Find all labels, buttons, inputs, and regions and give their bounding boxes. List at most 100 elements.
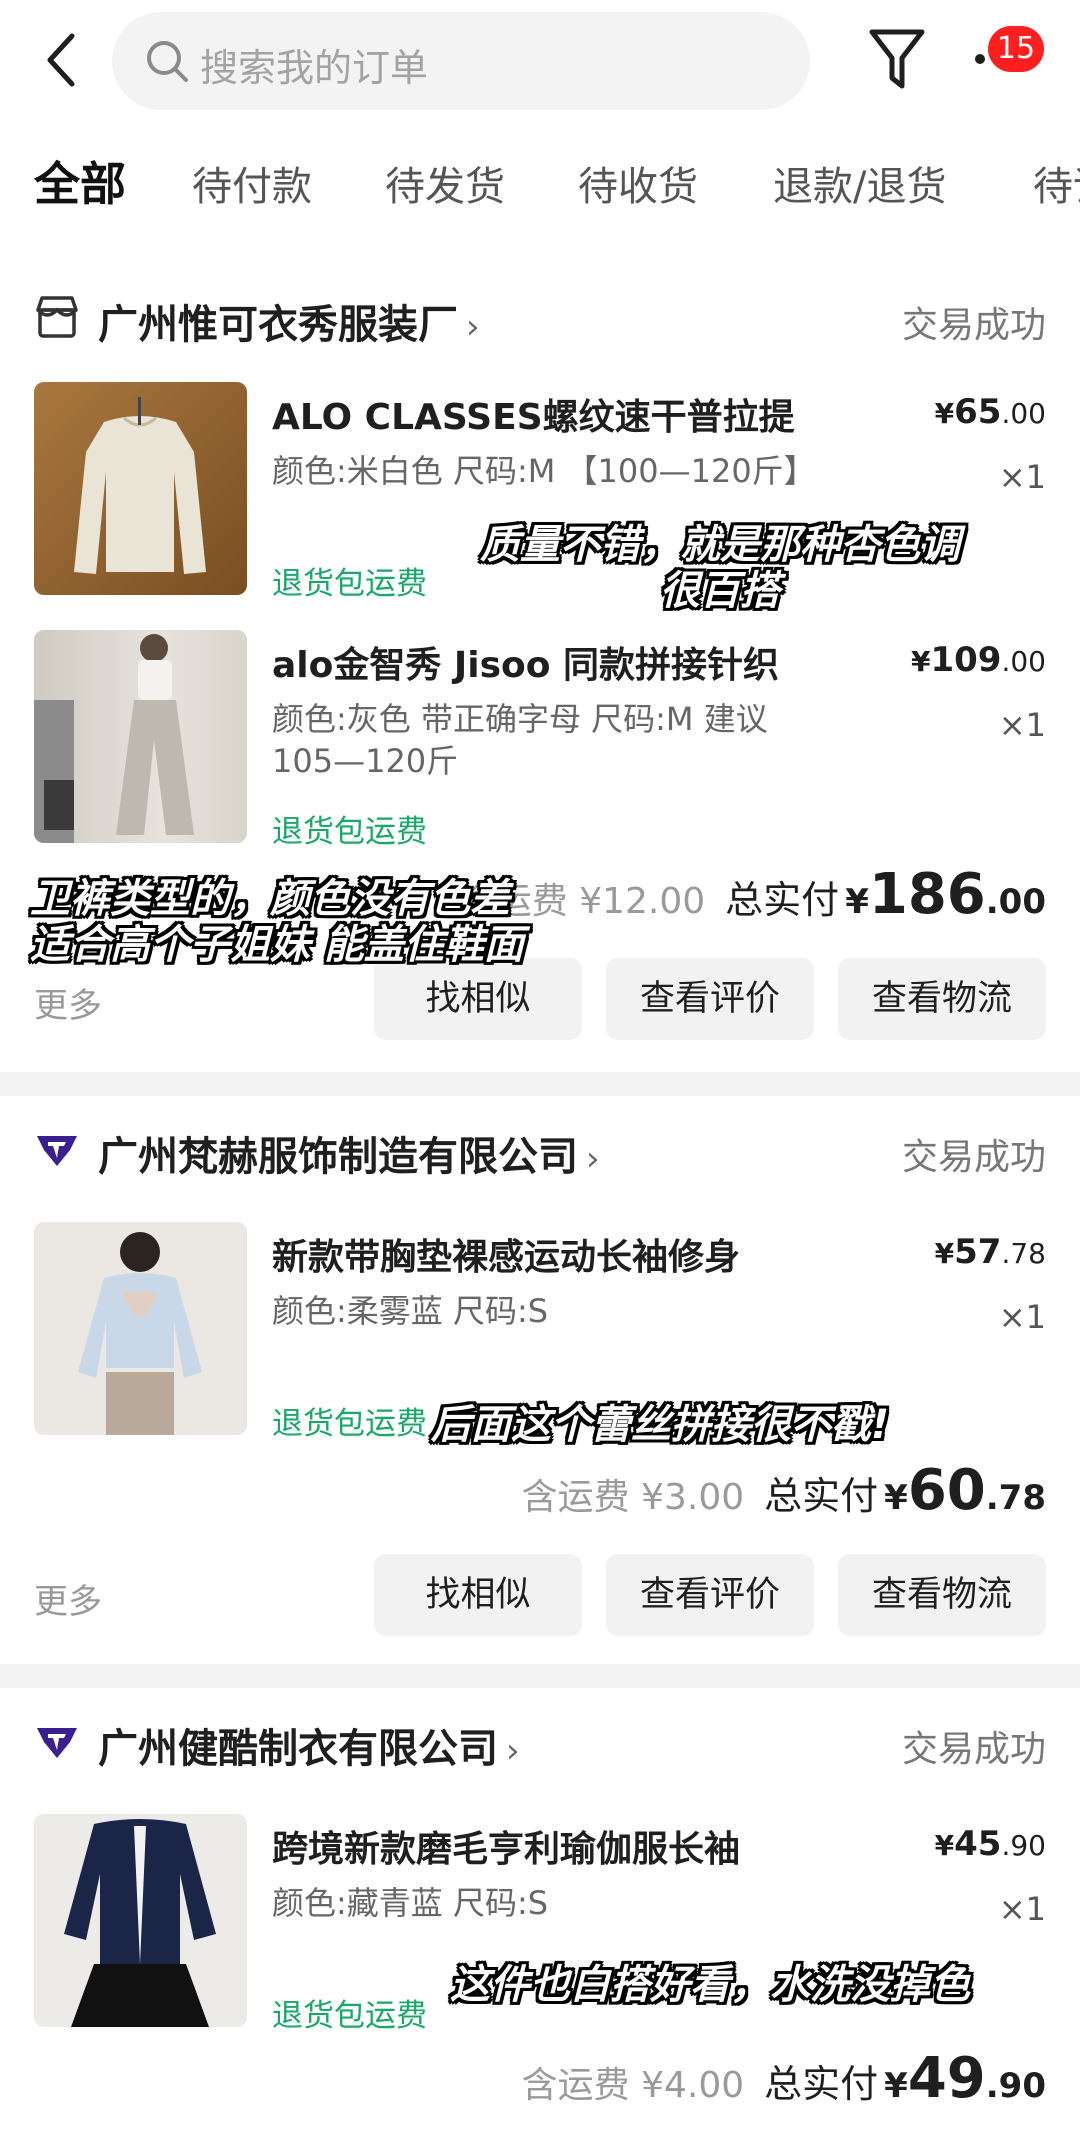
view-review-button[interactable]: 查看评价 <box>606 958 814 1040</box>
chevron-right-icon: › <box>466 307 480 347</box>
top-bar: 搜索我的订单 15 <box>0 0 1080 125</box>
shipping-fee: 含运费 ¥4.00 <box>521 2065 745 2106</box>
view-review-button[interactable]: 查看评价 <box>606 1554 814 1636</box>
tab-pending-shipment[interactable]: 待发货 <box>385 154 505 212</box>
order-actions: 更多 找相似 查看评价 查看物流 <box>0 958 1080 1040</box>
product-price: ¥57.78 <box>935 1232 1046 1272</box>
price-integer: 45 <box>954 1824 1002 1864</box>
more-link[interactable]: 更多 <box>34 1574 102 1623</box>
currency-symbol: ¥ <box>845 882 869 922</box>
shop-name[interactable]: 广州健酷制衣有限公司 › <box>98 1716 520 1774</box>
currency-symbol: ¥ <box>884 1478 908 1518</box>
price-integer: 109 <box>930 640 1002 680</box>
caption-overlay: 这件也白搭好看，水洗没掉色 <box>420 1962 1000 2008</box>
tab-pending-receipt[interactable]: 待收货 <box>578 154 698 212</box>
product-image[interactable] <box>34 1814 247 2027</box>
product-title[interactable]: alo金智秀 Jisoo 同款拼接针织 <box>272 636 832 688</box>
total-label: 总实付 <box>764 2062 879 2106</box>
order-status: 交易成功 <box>901 305 1046 346</box>
product-price: ¥65.00 <box>935 392 1046 432</box>
caption-line: 这件也白搭好看，水洗没掉色 <box>450 1962 970 2008</box>
shop-header[interactable]: 广州健酷制衣有限公司 › 交易成功 <box>34 1712 1046 1772</box>
total-label: 总实付 <box>725 878 840 922</box>
view-logistics-button[interactable]: 查看物流 <box>838 958 1046 1040</box>
caption-overlay: 质量不错，就是那种杏色调 很百搭 <box>440 522 1000 614</box>
product-quantity: ×1 <box>998 458 1046 496</box>
product-spec: 颜色:米白色 尺码:M 【100—120斤】 <box>272 452 816 490</box>
total-label: 总实付 <box>764 1474 879 1518</box>
filter-icon[interactable] <box>868 26 926 92</box>
price-decimal: .00 <box>1001 397 1046 430</box>
chevron-right-icon: › <box>586 1139 600 1179</box>
price-decimal: .90 <box>1001 1829 1046 1862</box>
caption-line: 适合高个子姐妹 能盖住鞋面 <box>30 922 524 968</box>
product-quantity: ×1 <box>998 1890 1046 1928</box>
currency-symbol: ¥ <box>934 397 955 430</box>
total-decimal: .00 <box>985 882 1046 922</box>
caption-overlay: 后面这个蕾丝拼接很不戳! <box>380 1402 940 1448</box>
caption-line: 质量不错，就是那种杏色调 <box>480 522 960 568</box>
price-integer: 65 <box>954 392 1002 432</box>
shop-name[interactable]: 广州惟可衣秀服装厂 › <box>98 292 480 350</box>
notification-badge[interactable]: 15 <box>988 26 1044 72</box>
search-placeholder: 搜索我的订单 <box>200 46 429 90</box>
store-icon <box>36 296 78 338</box>
shipping-fee: 含运费 ¥3.00 <box>521 1477 745 1518</box>
product-title[interactable]: 跨境新款磨毛亨利瑜伽服长袖 <box>272 1820 832 1872</box>
tab-refund-return[interactable]: 退款/退货 <box>773 154 946 212</box>
tab-all[interactable]: 全部 <box>34 148 126 214</box>
divider <box>0 1664 1080 1688</box>
caption-overlay: 卫裤类型的，颜色没有色差 适合高个子姐妹 能盖住鞋面 <box>30 876 590 968</box>
chevron-right-icon: › <box>506 1731 520 1771</box>
free-return-shipping-tag: 退货包运费 <box>272 566 427 602</box>
total-integer: 49 <box>907 2046 986 2111</box>
shop-header[interactable]: 广州惟可衣秀服装厂 › 交易成功 <box>34 288 1046 348</box>
shop-header[interactable]: 广州梵赫服饰制造有限公司 › 交易成功 <box>34 1120 1046 1180</box>
back-arrow-icon[interactable] <box>40 30 84 90</box>
product-quantity: ×1 <box>998 706 1046 744</box>
total-integer: 60 <box>907 1458 986 1523</box>
caption-line: 后面这个蕾丝拼接很不戳! <box>430 1402 890 1448</box>
more-link[interactable]: 更多 <box>34 978 102 1027</box>
product-spec: 颜色:柔雾蓝 尺码:S <box>272 1292 549 1330</box>
product-spec: 颜色:藏青蓝 尺码:S <box>272 1884 549 1922</box>
product-title[interactable]: ALO CLASSES螺纹速干普拉提 <box>272 388 832 440</box>
price-decimal: .00 <box>1001 645 1046 678</box>
shop-name-text: 广州健酷制衣有限公司 <box>98 1726 498 1772</box>
product-image[interactable] <box>34 1222 247 1435</box>
currency-symbol: ¥ <box>934 1237 955 1270</box>
total-decimal: .90 <box>985 2066 1046 2106</box>
product-title[interactable]: 新款带胸垫裸感运动长袖修身 <box>272 1228 832 1280</box>
find-similar-button[interactable]: 找相似 <box>374 1554 582 1636</box>
order-status: 交易成功 <box>901 1137 1046 1178</box>
shop-name[interactable]: 广州梵赫服饰制造有限公司 › <box>98 1124 600 1182</box>
tab-pending-review[interactable]: 待评价 <box>1033 154 1080 212</box>
caption-line: 很百搭 <box>660 568 780 614</box>
caption-line: 卫裤类型的，颜色没有色差 <box>30 876 510 922</box>
divider <box>0 1072 1080 1096</box>
tab-pending-payment[interactable]: 待付款 <box>192 154 312 212</box>
find-similar-button[interactable]: 找相似 <box>374 958 582 1040</box>
product-price: ¥45.90 <box>935 1824 1046 1864</box>
order-status: 交易成功 <box>901 1729 1046 1770</box>
product-image[interactable] <box>34 630 247 843</box>
search-icon <box>147 41 188 82</box>
tmall-brand-icon <box>37 1728 77 1758</box>
order-card: 广州梵赫服饰制造有限公司 › 交易成功 新款带胸垫裸感运动长袖修身 颜色:柔雾蓝 … <box>0 1096 1080 1656</box>
product-image[interactable] <box>34 382 247 595</box>
price-integer: 57 <box>954 1232 1002 1272</box>
product-spec: 颜色:灰色 带正确字母 尺码:M 建议105—120斤 <box>272 700 768 780</box>
currency-symbol: ¥ <box>934 1829 955 1862</box>
order-total: 含运费 ¥3.00 总实付 ¥60.78 <box>521 1458 1046 1523</box>
tmall-brand-icon <box>37 1136 77 1166</box>
product-price: ¥109.00 <box>911 640 1046 680</box>
view-logistics-button[interactable]: 查看物流 <box>838 1554 1046 1636</box>
search-input[interactable]: 搜索我的订单 <box>112 12 810 110</box>
price-decimal: .78 <box>1001 1237 1046 1270</box>
order-actions: 更多 找相似 查看评价 查看物流 <box>0 1554 1080 1636</box>
more-menu-icon[interactable] <box>975 54 985 64</box>
order-card: 广州健酷制衣有限公司 › 交易成功 跨境新款磨毛亨利瑜伽服长袖 颜色:藏青蓝 尺码… <box>0 1688 1080 2129</box>
order-item[interactable]: alo金智秀 Jisoo 同款拼接针织 颜色:灰色 带正确字母 尺码:M 建议1… <box>34 630 1046 850</box>
currency-symbol: ¥ <box>884 2066 908 2106</box>
free-return-shipping-tag: 退货包运费 <box>272 814 427 850</box>
